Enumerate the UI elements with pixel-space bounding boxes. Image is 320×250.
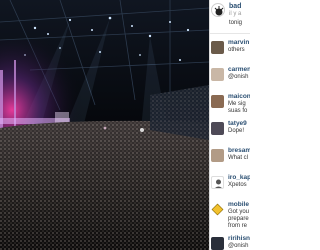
commenter-avatar[interactable] xyxy=(211,176,224,189)
comment-item: marvin others xyxy=(210,38,250,65)
comment-text-line2: suas fo xyxy=(228,108,248,114)
commenter-username[interactable]: marvin xyxy=(228,39,249,46)
commenter-username[interactable]: ririhisn xyxy=(228,235,250,242)
owner-avatar-icon xyxy=(214,6,224,16)
commenter-avatar[interactable] xyxy=(211,68,224,81)
comment-item: iro_kap Xpetos xyxy=(210,173,250,200)
comment-item: ririhisn @onish xyxy=(210,234,250,250)
comment-item: bresam What cl xyxy=(210,146,250,173)
post-photo[interactable] xyxy=(0,0,209,250)
comment-list: marvin others carmen @onish maicon Me si… xyxy=(210,38,250,250)
comment-text: Dope! xyxy=(228,128,245,134)
comment-text: Got you xyxy=(228,209,250,215)
commenter-avatar[interactable] xyxy=(211,149,224,162)
comment-text: Me sig xyxy=(228,101,246,107)
comment-text: Xpetos xyxy=(228,182,247,188)
comment-text: What cl xyxy=(228,155,249,161)
concert-image xyxy=(0,0,209,250)
comment-text-line2: prepare xyxy=(228,216,249,222)
commenter-username[interactable]: maicon xyxy=(228,93,250,100)
comment-item: mobile Got you prepare from re xyxy=(210,200,250,234)
diamond-logo-icon xyxy=(211,203,224,216)
comment-text-line3: from re xyxy=(228,223,248,229)
comment-text: @onish xyxy=(228,74,249,80)
comment-item: carmen @onish xyxy=(210,65,250,92)
commenter-username[interactable]: carmen xyxy=(228,66,250,73)
commenter-avatar[interactable] xyxy=(211,237,224,250)
commenter-avatar[interactable] xyxy=(211,203,224,216)
commenter-username[interactable]: tatye9 xyxy=(228,120,247,127)
commenter-username[interactable]: bresam xyxy=(228,147,250,154)
post-caption: tonig xyxy=(229,20,243,26)
comments-panel: bad il y a tonig marvin others carmen @o… xyxy=(209,0,250,250)
post-header: bad il y a tonig xyxy=(210,0,250,40)
commenter-avatar[interactable] xyxy=(211,41,224,54)
post-timestamp: il y a xyxy=(229,11,242,17)
commenter-username[interactable]: iro_kap xyxy=(228,174,250,181)
comment-item: tatye9 Dope! xyxy=(210,119,250,146)
owner-username[interactable]: bad xyxy=(229,3,241,10)
divider xyxy=(210,33,250,34)
comment-text: others xyxy=(228,47,245,53)
user-silhouette-icon xyxy=(215,179,222,188)
commenter-username[interactable]: mobile xyxy=(228,201,249,208)
commenter-avatar[interactable] xyxy=(211,122,224,135)
comment-text: @onish xyxy=(228,243,249,249)
comment-item: maicon Me sig suas fo xyxy=(210,92,250,119)
commenter-avatar[interactable] xyxy=(211,95,224,108)
owner-avatar[interactable] xyxy=(211,3,225,17)
